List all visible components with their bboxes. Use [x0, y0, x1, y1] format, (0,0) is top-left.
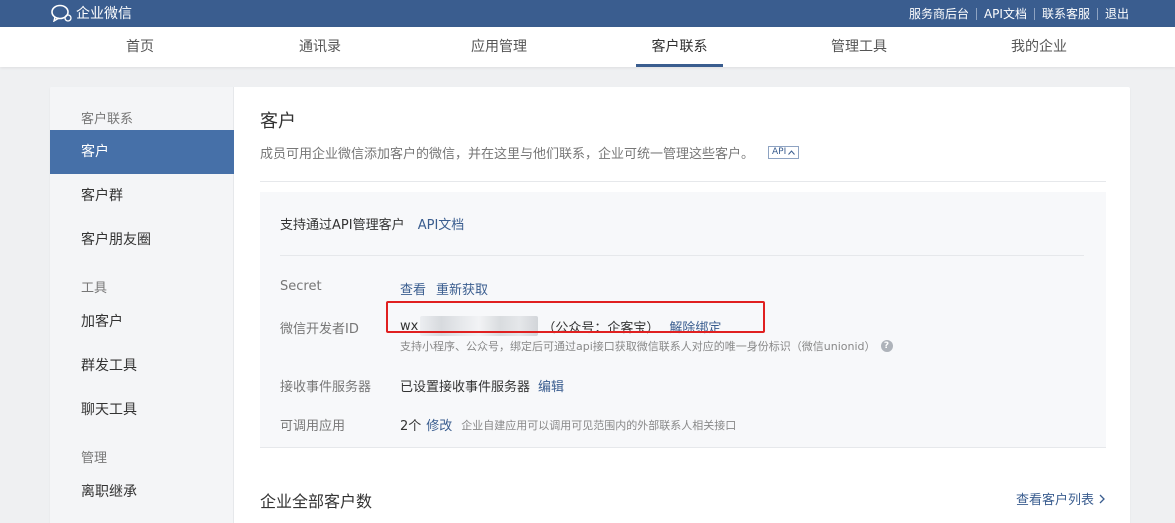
- nav-contacts[interactable]: 通讯录: [280, 27, 360, 67]
- service-provider-link[interactable]: 服务商后台: [909, 5, 969, 22]
- contact-support-link[interactable]: 联系客服: [1042, 5, 1090, 22]
- dev-id-hint-text: 支持小程序、公众号，绑定后可通过api接口获取微信联系人对应的唯一身份标识（微信…: [400, 340, 876, 353]
- callable-apps-count: 2个: [400, 419, 422, 434]
- sidebar-item-moments[interactable]: 客户朋友圈: [50, 218, 234, 262]
- divider: [1033, 7, 1035, 20]
- help-icon[interactable]: ?: [880, 340, 893, 352]
- secret-refresh-link[interactable]: 重新获取: [436, 279, 488, 298]
- event-server-label: 接收事件服务器: [280, 380, 372, 395]
- api-panel-heading-text: 支持通过API管理客户: [280, 218, 405, 233]
- chevron-up-icon: [788, 150, 796, 155]
- view-customer-list-label: 查看客户列表: [1015, 493, 1094, 508]
- callable-apps-modify-link[interactable]: 修改: [426, 415, 452, 434]
- event-server-value: 已设置接收事件服务器 编辑: [400, 376, 564, 395]
- divider: [1096, 7, 1098, 20]
- secret-actions: 查看 重新获取: [400, 279, 488, 298]
- secret-view-link[interactable]: 查看: [400, 279, 426, 298]
- sidebar-item-customer-group[interactable]: 客户群: [50, 174, 234, 218]
- secret-label: Secret: [280, 279, 322, 294]
- event-server-status: 已设置接收事件服务器: [400, 380, 531, 395]
- divider: [975, 7, 977, 20]
- sidebar-group-customer-contact: 客户联系: [81, 112, 134, 127]
- sidebar: 客户联系 客户 客户群 客户朋友圈 工具 加客户 群发工具 聊天工具 管理 离职…: [50, 87, 234, 523]
- view-customer-list-link[interactable]: 查看客户列表: [1016, 489, 1106, 508]
- sidebar-item-mass-send[interactable]: 群发工具: [50, 344, 234, 388]
- api-panel-heading: 支持通过API管理客户 API文档: [280, 214, 464, 233]
- callable-apps-value: 2个 修改 企业自建应用可以调用可见范围内的外部联系人相关接口: [400, 415, 737, 435]
- divider: [260, 447, 1106, 448]
- top-links: 服务商后台 API文档 联系客服 退出: [909, 0, 1129, 27]
- page-title: 客户: [260, 111, 296, 132]
- top-bar: 企业微信 服务商后台 API文档 联系客服 退出: [0, 0, 1175, 27]
- callable-apps-label: 可调用应用: [280, 419, 346, 434]
- highlight-box: [386, 301, 765, 333]
- logo[interactable]: 企业微信: [51, 3, 132, 23]
- chevron-right-icon: [1099, 494, 1105, 503]
- sidebar-item-add-customer[interactable]: 加客户: [50, 300, 234, 344]
- callable-apps-note: 企业自建应用可以调用可见范围内的外部联系人相关接口: [461, 418, 737, 432]
- nav-home[interactable]: 首页: [100, 27, 180, 67]
- api-docs-link[interactable]: API文档: [984, 5, 1027, 22]
- api-tag-button[interactable]: API: [768, 146, 800, 159]
- dev-id-hint: 支持小程序、公众号，绑定后可通过api接口获取微信联系人对应的唯一身份标识（微信…: [400, 338, 893, 354]
- dev-id-label: 微信开发者ID: [280, 322, 359, 337]
- sidebar-item-customer[interactable]: 客户: [50, 130, 234, 174]
- logo-text: 企业微信: [76, 6, 132, 22]
- main-nav: 首页 通讯录 应用管理 客户联系 管理工具 我的企业: [0, 27, 1175, 67]
- page-description: 成员可用企业微信添加客户的微信，并在这里与他们联系，企业可统一管理这些客户。 A…: [260, 143, 800, 162]
- wecom-bubble-icon: [51, 4, 72, 22]
- divider: [260, 181, 1106, 182]
- nav-management-tools[interactable]: 管理工具: [819, 27, 899, 67]
- logout-link[interactable]: 退出: [1105, 5, 1129, 22]
- nav-customer-contact[interactable]: 客户联系: [636, 27, 723, 67]
- sidebar-group-tools: 工具: [81, 281, 108, 296]
- nav-app-management[interactable]: 应用管理: [459, 27, 539, 67]
- api-tag-label: API: [772, 147, 787, 157]
- sidebar-group-management: 管理: [81, 451, 108, 466]
- event-server-edit-link[interactable]: 编辑: [538, 376, 564, 395]
- sidebar-item-resign-inherit[interactable]: 离职继承: [50, 470, 234, 514]
- sidebar-item-chat-tools[interactable]: 聊天工具: [50, 388, 234, 432]
- total-customers-title: 企业全部客户数: [260, 492, 373, 511]
- nav-my-company[interactable]: 我的企业: [999, 27, 1079, 67]
- api-doc-link[interactable]: API文档: [418, 218, 465, 233]
- divider: [280, 255, 1084, 256]
- description-text: 成员可用企业微信添加客户的微信，并在这里与他们联系，企业可统一管理这些客户。: [260, 147, 755, 162]
